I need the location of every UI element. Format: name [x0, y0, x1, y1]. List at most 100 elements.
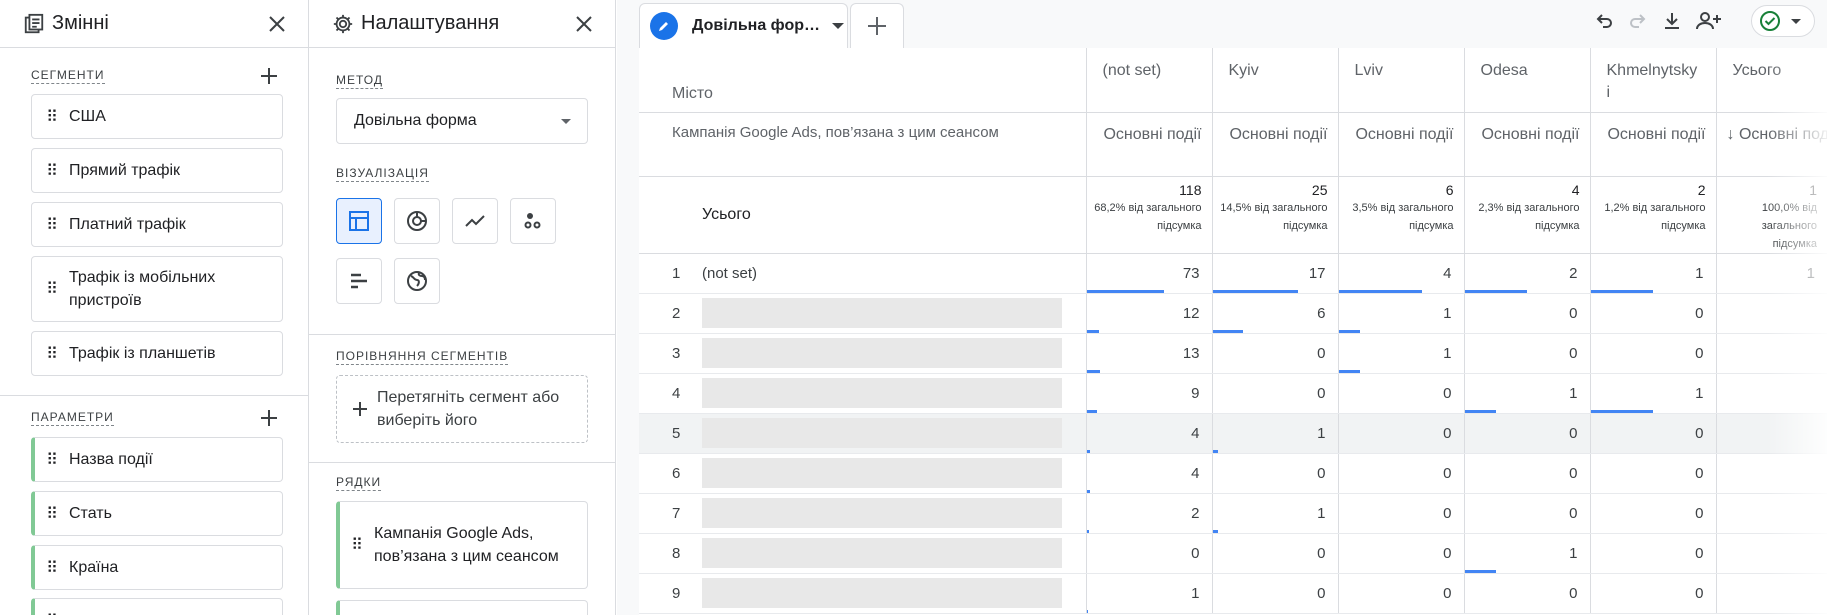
row-dimension-header[interactable]: Кампанія Google Ads, пов’язана з цим сеа… — [639, 112, 1086, 177]
drag-handle-icon[interactable]: ⠿ — [45, 278, 59, 301]
column-header[interactable]: Khmelnytskyi — [1589, 48, 1716, 113]
metric-header[interactable]: Основні події — [1085, 112, 1212, 177]
value-cell: 1 — [1463, 533, 1590, 574]
scatter-icon — [524, 213, 541, 229]
viz-donut-button[interactable] — [394, 198, 440, 244]
row-label: (not set) — [702, 253, 1086, 294]
redacted-label — [702, 498, 1062, 528]
bar-chart-icon — [351, 273, 367, 289]
segment-chip[interactable]: ⠿ Трафік із мобільних пристроїв — [31, 256, 283, 322]
value-cell: 73 — [1085, 253, 1212, 294]
table-row[interactable]: 541000 — [639, 413, 1827, 454]
value-cell: 1 — [1211, 493, 1338, 534]
value-cell: 4 — [1085, 413, 1212, 454]
viz-map-button[interactable] — [394, 258, 440, 304]
city-header[interactable]: Місто — [639, 48, 1086, 113]
add-param-icon[interactable] — [257, 406, 281, 430]
redo-icon[interactable] — [1625, 8, 1651, 34]
column-header[interactable]: Усього — [1715, 48, 1827, 113]
drag-handle-icon[interactable]: ⠿ — [45, 161, 59, 181]
plus-icon — [868, 17, 886, 35]
param-chip[interactable]: ⠿ Назва події — [31, 437, 283, 482]
value-cell: 0 — [1463, 413, 1590, 454]
value-cell — [1715, 493, 1827, 534]
redacted-label — [702, 418, 1062, 448]
table-row[interactable]: 1 (not set) 73 17 4 2 1 1 — [639, 253, 1827, 294]
metric-header[interactable]: ↓ Основні події — [1715, 112, 1827, 177]
check-circle-icon — [1760, 11, 1780, 31]
drag-handle-icon[interactable]: ⠿ — [350, 534, 364, 557]
share-user-icon[interactable] — [1694, 8, 1724, 34]
divider — [309, 334, 616, 335]
drag-handle-icon[interactable]: ⠿ — [45, 215, 59, 235]
value-cell: 9 — [1085, 373, 1212, 414]
viz-bar-button[interactable] — [336, 258, 382, 304]
download-icon[interactable] — [1659, 8, 1685, 34]
column-header[interactable]: Kyiv — [1211, 48, 1338, 113]
totals-row: Усього 118 68,2% від загального підсумка … — [639, 176, 1827, 254]
value-cell — [1715, 293, 1827, 334]
metric-header[interactable]: Основні події — [1589, 112, 1716, 177]
segment-chip[interactable]: ⠿ США — [31, 94, 283, 139]
column-header[interactable]: (not set) — [1085, 48, 1212, 113]
add-segment-icon[interactable] — [257, 64, 281, 88]
table-row[interactable]: 640000 — [639, 453, 1827, 494]
plus-icon — [349, 401, 371, 417]
rows-chip[interactable]: ⠿ Кампанія Google Ads, пов’язана з цим с… — [336, 501, 588, 589]
segment-chip[interactable]: ⠿ Прямий трафік — [31, 148, 283, 193]
column-header[interactable]: Lviv — [1337, 48, 1464, 113]
value-cell: 0 — [1337, 453, 1464, 494]
table-row[interactable]: 910000 — [639, 573, 1827, 614]
row-label — [702, 413, 1086, 454]
table-row[interactable]: 800010 — [639, 533, 1827, 574]
row-rank: 8 — [639, 533, 702, 574]
column-header[interactable]: Odesa — [1463, 48, 1590, 113]
redacted-label — [702, 338, 1062, 368]
undo-icon[interactable] — [1591, 8, 1617, 34]
value-cell: 1 — [1589, 373, 1716, 414]
param-chip[interactable]: ⠿ — [31, 598, 283, 615]
viz-line-button[interactable] — [452, 198, 498, 244]
redacted-label — [702, 538, 1062, 568]
param-chip[interactable]: ⠿ Стать — [31, 491, 283, 536]
tab-freeform[interactable]: Довільна фор… — [639, 3, 848, 48]
viz-table-button[interactable] — [336, 198, 382, 244]
add-tab-button[interactable] — [850, 3, 904, 48]
row-label — [702, 533, 1086, 574]
table-row[interactable]: 721000 — [639, 493, 1827, 534]
segment-chip[interactable]: ⠿ Трафік із планшетів — [31, 331, 283, 376]
table-row[interactable]: 2 12 6 1 0 0 — [639, 293, 1827, 334]
metric-header[interactable]: Основні події — [1337, 112, 1464, 177]
drag-handle-icon[interactable]: ⠿ — [45, 611, 59, 615]
redacted-label — [702, 458, 1062, 488]
segment-chip[interactable]: ⠿ Платний трафік — [31, 202, 283, 247]
save-status-button[interactable] — [1751, 5, 1815, 37]
table-row[interactable]: 3 13 0 1 0 0 — [639, 333, 1827, 374]
drag-handle-icon[interactable]: ⠿ — [45, 558, 59, 578]
value-cell — [1715, 453, 1827, 494]
chevron-down-icon — [1791, 18, 1801, 24]
value-cell: 0 — [1589, 413, 1716, 454]
metric-header[interactable]: Основні події — [1211, 112, 1338, 177]
drag-handle-icon[interactable]: ⠿ — [45, 504, 59, 524]
close-variables-icon[interactable] — [264, 11, 290, 37]
rows-chip[interactable] — [336, 600, 588, 615]
metric-header[interactable]: Основні події — [1463, 112, 1590, 177]
table-row[interactable]: 490011 — [639, 373, 1827, 414]
param-chip[interactable]: ⠿ Країна — [31, 545, 283, 590]
drag-handle-icon[interactable]: ⠿ — [45, 450, 59, 470]
close-settings-icon[interactable] — [571, 11, 597, 37]
method-select[interactable]: Довільна форма — [336, 98, 588, 144]
chevron-down-icon[interactable] — [832, 23, 844, 29]
row-rank: 4 — [639, 373, 702, 414]
tab-label: Довільна фор… — [692, 17, 820, 34]
row-label — [702, 493, 1086, 534]
segment-drop-zone[interactable]: Перетягніть сегмент або виберіть його — [336, 375, 588, 443]
value-cell: 1 — [1715, 253, 1827, 294]
row-rank: 6 — [639, 453, 702, 494]
drag-handle-icon[interactable]: ⠿ — [45, 107, 59, 127]
viz-scatter-button[interactable] — [510, 198, 556, 244]
value-cell: 0 — [1589, 333, 1716, 374]
value-cell: 0 — [1211, 453, 1338, 494]
drag-handle-icon[interactable]: ⠿ — [45, 344, 59, 364]
